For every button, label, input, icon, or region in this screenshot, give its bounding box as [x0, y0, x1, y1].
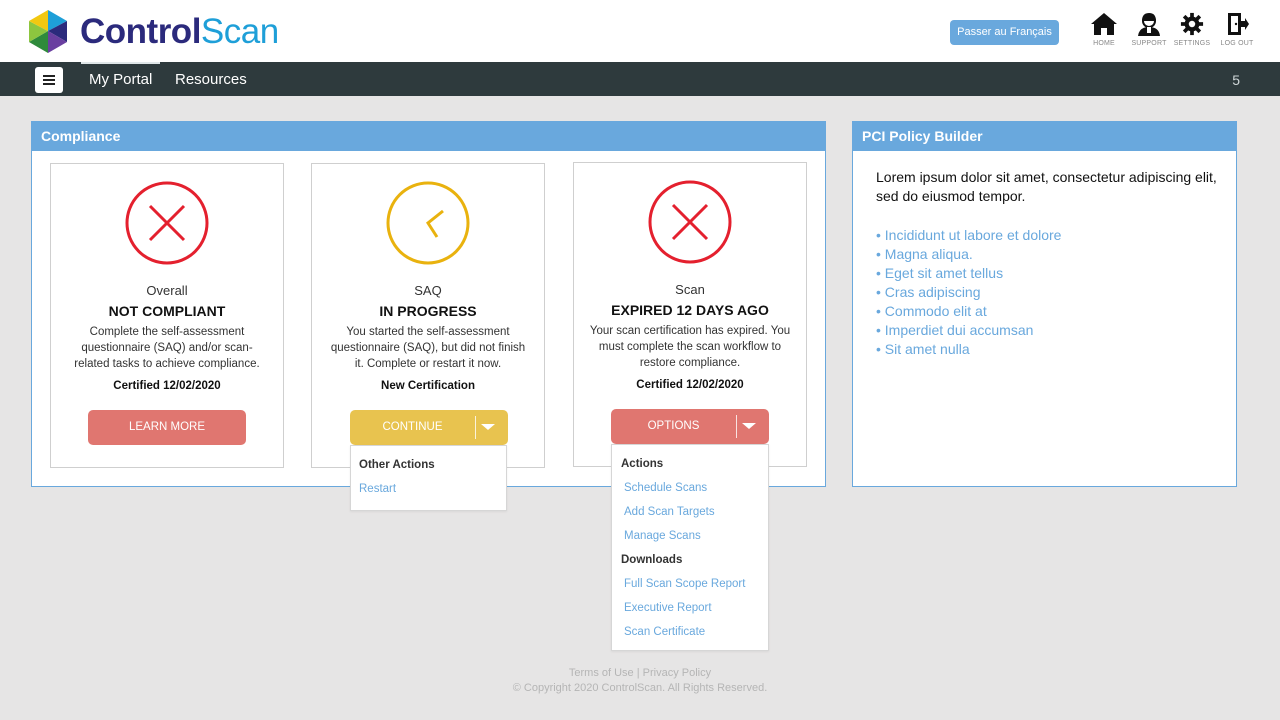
logout-icon: [1228, 13, 1249, 35]
footer-separator: |: [633, 667, 643, 679]
manage-scans-link[interactable]: Manage Scans: [624, 530, 701, 542]
card-status: EXPIRED 12 DAYS AGO: [611, 302, 769, 318]
learn-more-label: LEARN MORE: [128, 421, 206, 433]
support-label: SUPPORT: [1131, 40, 1167, 47]
settings-link[interactable]: SETTINGS: [1172, 12, 1212, 47]
x-circle-icon: [648, 180, 732, 264]
policy-list: • Incididunt ut labore et dolore • Magna…: [876, 226, 1061, 359]
policy-list-item[interactable]: • Cras adipiscing: [876, 283, 1061, 302]
actions-heading: Actions: [621, 458, 664, 470]
overall-card: Overall NOT COMPLIANT Complete the self-…: [50, 163, 284, 468]
card-description: Your scan certification has expired. You…: [589, 325, 791, 369]
options-button[interactable]: OPTIONS: [611, 409, 769, 444]
policy-title: PCI Policy Builder: [853, 122, 1236, 151]
language-button[interactable]: Passer au Français: [950, 20, 1059, 45]
logo-text-scan: Scan: [200, 12, 279, 51]
continue-button[interactable]: CONTINUE: [350, 410, 508, 445]
support-icon: [1138, 13, 1160, 36]
policy-list-item[interactable]: • Incididunt ut labore et dolore: [876, 226, 1061, 245]
settings-icon: [1180, 12, 1204, 36]
full-scan-scope-report-link[interactable]: Full Scan Scope Report: [624, 578, 745, 590]
top-header: ControlScan Passer au Français HOME SUPP…: [0, 0, 1280, 62]
compliance-title: Compliance: [32, 122, 825, 151]
options-dropdown-chevron-down-icon[interactable]: [742, 423, 756, 429]
restart-link[interactable]: Restart: [359, 483, 396, 495]
options-label: OPTIONS: [647, 420, 700, 432]
pci-policy-builder-panel: PCI Policy Builder Lorem ipsum dolor sit…: [852, 121, 1237, 487]
home-label: HOME: [1093, 40, 1115, 47]
card-status: NOT COMPLIANT: [108, 303, 226, 319]
card-certification: Certified 12/02/2020: [113, 380, 221, 392]
logo-text-control: Control: [80, 12, 201, 51]
button-divider: [475, 416, 476, 439]
support-link[interactable]: SUPPORT: [1129, 12, 1169, 47]
nav-my-portal[interactable]: My Portal: [81, 62, 161, 96]
scan-options-menu: Actions Schedule Scans Add Scan Targets …: [611, 444, 769, 651]
saq-actions-menu: Other Actions Restart: [350, 445, 507, 511]
notification-count[interactable]: 5: [1232, 62, 1240, 98]
add-scan-targets-link[interactable]: Add Scan Targets: [624, 506, 715, 518]
scan-certificate-link[interactable]: Scan Certificate: [624, 626, 705, 638]
continue-label: CONTINUE: [382, 421, 443, 433]
schedule-scans-link[interactable]: Schedule Scans: [624, 482, 707, 494]
terms-of-use-link[interactable]: Terms of Use: [569, 667, 634, 679]
policy-list-item[interactable]: • Imperdiet dui accumsan: [876, 321, 1061, 340]
compliance-panel: Compliance Overall NOT COMPLIANT Complet…: [31, 121, 826, 487]
card-status: IN PROGRESS: [379, 303, 477, 319]
policy-list-item[interactable]: • Commodo elit at: [876, 302, 1061, 321]
card-label: Scan: [675, 282, 705, 297]
downloads-heading: Downloads: [621, 554, 683, 566]
learn-more-button[interactable]: LEARN MORE: [88, 410, 246, 445]
saq-card: SAQ IN PROGRESS You started the self-ass…: [311, 163, 545, 468]
privacy-policy-link[interactable]: Privacy Policy: [643, 667, 711, 679]
main-nav: My Portal Resources 5: [0, 62, 1280, 96]
home-link[interactable]: HOME: [1084, 12, 1124, 47]
button-divider: [736, 415, 737, 438]
card-certification: New Certification: [381, 380, 475, 392]
policy-list-item[interactable]: • Magna aliqua.: [876, 245, 1061, 264]
continue-dropdown-chevron-down-icon[interactable]: [481, 424, 495, 430]
clock-icon: [386, 181, 470, 265]
other-actions-heading: Other Actions: [359, 459, 435, 471]
card-certification: Certified 12/02/2020: [636, 379, 744, 391]
logo-wordmark[interactable]: ControlScan: [80, 12, 279, 52]
policy-list-item[interactable]: • Sit amet nulla: [876, 340, 1061, 359]
home-icon: [1091, 13, 1117, 35]
scan-card: Scan EXPIRED 12 DAYS AGO Your scan certi…: [573, 162, 807, 467]
logout-label: LOG OUT: [1220, 40, 1254, 47]
copyright-text: © Copyright 2020 ControlScan. All Rights…: [512, 682, 768, 694]
hamburger-menu-icon[interactable]: [35, 67, 63, 93]
policy-list-item[interactable]: • Eget sit amet tellus: [876, 264, 1061, 283]
x-circle-icon: [125, 181, 209, 265]
executive-report-link[interactable]: Executive Report: [624, 602, 712, 614]
card-description: Complete the self-assessment questionnai…: [74, 326, 260, 370]
logout-link[interactable]: LOG OUT: [1217, 12, 1257, 47]
settings-label: SETTINGS: [1173, 40, 1211, 47]
nav-resources[interactable]: Resources: [175, 62, 247, 96]
card-description: You started the self-assessment question…: [330, 326, 526, 370]
controlscan-logo-icon[interactable]: [27, 10, 69, 53]
card-label: SAQ: [414, 283, 442, 298]
footer-links: Terms of Use | Privacy Policy: [0, 667, 1280, 679]
policy-intro-text: Lorem ipsum dolor sit amet, consectetur …: [876, 169, 1217, 204]
card-label: Overall: [146, 283, 188, 298]
